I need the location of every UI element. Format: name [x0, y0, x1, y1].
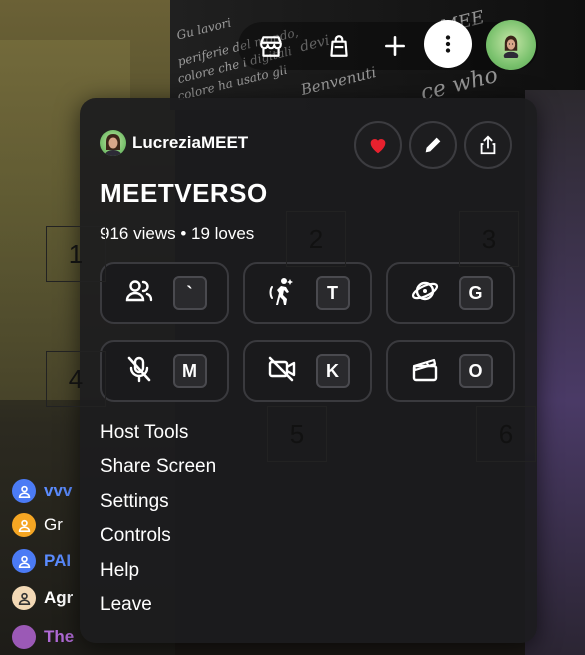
mute-button[interactable]: M — [100, 340, 229, 402]
user-icon — [12, 586, 36, 610]
chat-entry[interactable]: Agr — [12, 585, 73, 611]
pencil-icon — [425, 137, 441, 153]
dance-icon — [266, 275, 298, 312]
shortcut-key: M — [172, 354, 207, 388]
bag-icon — [330, 35, 348, 57]
heart-icon — [370, 139, 386, 154]
user-icon — [12, 479, 36, 503]
bag-button[interactable] — [318, 25, 360, 67]
plus-icon — [385, 36, 405, 56]
world-stats: 916 views • 19 loves — [100, 224, 255, 243]
camera-off-icon — [266, 353, 298, 390]
camera-button[interactable]: K — [243, 340, 372, 402]
chat-username: vvv — [44, 481, 73, 500]
mic-off-icon — [123, 353, 155, 390]
chat-username: The — [44, 627, 75, 646]
chat-entry[interactable]: The — [12, 624, 74, 650]
annotation-label: 3 — [459, 211, 519, 267]
chat-username: Agr — [44, 588, 74, 607]
emote-button[interactable]: T — [243, 262, 372, 324]
shortcut-key: ` — [172, 276, 207, 310]
orbit-icon — [409, 275, 441, 312]
menu-item-help[interactable]: Help — [100, 558, 216, 592]
user-icon — [12, 513, 36, 537]
panel-menu: Host Tools Share Screen Settings Control… — [100, 420, 216, 626]
create-button[interactable] — [374, 25, 416, 67]
share-icon — [480, 135, 496, 155]
store-icon — [260, 36, 282, 57]
author-avatar — [100, 130, 126, 156]
menu-item-settings[interactable]: Settings — [100, 489, 216, 523]
more-vertical-icon — [445, 35, 451, 53]
user-icon — [12, 549, 36, 573]
share-button[interactable] — [464, 121, 512, 169]
shortcut-key: G — [458, 276, 493, 310]
menu-item-controls[interactable]: Controls — [100, 523, 216, 557]
store-button[interactable] — [250, 25, 292, 67]
people-button[interactable]: ` — [100, 262, 229, 324]
profile-avatar-button[interactable] — [486, 20, 536, 70]
chat-username: Gr — [44, 515, 63, 534]
user-avatar — [503, 35, 519, 58]
menu-item-host-tools[interactable]: Host Tools — [100, 420, 216, 454]
clapper-button[interactable]: O — [386, 340, 515, 402]
world-title: MEETVERSO — [100, 178, 268, 208]
more-button[interactable] — [424, 20, 472, 68]
chat-entry[interactable]: vvv — [12, 478, 72, 504]
annotation-label: 5 — [267, 406, 327, 462]
author-name: LucreziaMEET — [132, 133, 249, 152]
menu-item-share-screen[interactable]: Share Screen — [100, 454, 216, 488]
people-icon — [123, 275, 155, 312]
annotation-label: 1 — [46, 226, 106, 282]
chat-username: PAI — [44, 551, 72, 570]
shortcut-key: O — [458, 354, 493, 388]
annotation-label: 2 — [286, 211, 346, 267]
annotation-label: 4 — [46, 351, 106, 407]
teleport-button[interactable]: G — [386, 262, 515, 324]
shortcut-key: T — [315, 276, 350, 310]
chat-entry[interactable]: PAI — [12, 548, 71, 574]
clapperboard-icon — [409, 353, 441, 390]
edit-button[interactable] — [409, 121, 457, 169]
love-button[interactable] — [354, 121, 402, 169]
annotation-label: 6 — [476, 406, 536, 462]
shortcut-key: K — [315, 354, 350, 388]
author-link[interactable]: LucreziaMEET — [100, 130, 248, 156]
user-avatar — [12, 625, 36, 649]
menu-item-leave[interactable]: Leave — [100, 592, 216, 626]
chat-entry[interactable]: Gr — [12, 512, 63, 538]
